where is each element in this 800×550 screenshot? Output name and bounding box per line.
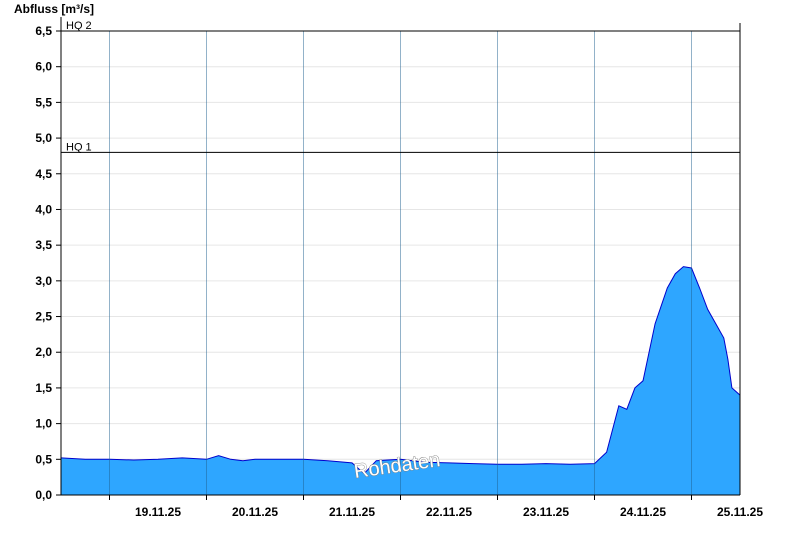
y-tick-label: 4,5	[35, 167, 52, 181]
x-tick-label: 25.11.25	[717, 505, 763, 519]
y-tick-label: 2,5	[35, 310, 52, 324]
y-tick-label: 6,0	[35, 60, 52, 74]
x-tick-label: 22.11.25	[426, 505, 472, 519]
y-tick-label: 5,0	[35, 131, 52, 145]
y-axis-label: Abfluss [m³/s]	[14, 2, 94, 16]
x-tick-labels: 19.11.25 20.11.25 21.11.25 22.11.25 23.11.25…	[109, 495, 763, 519]
x-tick-label: 23.11.25	[523, 505, 569, 519]
y-tick-labels: 0,0 0,5 1,0 1,5 2,0 2,5 3,0 3,5 4,0 4,5 5,0 5,5 6,0 6…	[35, 24, 61, 502]
y-tick-label: 3,0	[35, 274, 52, 288]
x-tick-label: 21.11.25	[329, 505, 375, 519]
y-tick-label: 0,5	[35, 452, 52, 466]
x-tick-label: 20.11.25	[232, 505, 278, 519]
y-tick-label: 2,0	[35, 345, 52, 359]
y-tick-label: 4,0	[35, 202, 52, 216]
reference-line-label: HQ 2	[66, 20, 92, 32]
x-tick-label: 24.11.25	[620, 505, 666, 519]
y-tick-label: 5,5	[35, 95, 52, 109]
y-tick-label: 0,0	[35, 488, 52, 502]
day-boundary-lines	[109, 31, 692, 495]
y-tick-label: 6,5	[35, 24, 52, 38]
y-tick-label: 1,5	[35, 381, 52, 395]
x-tick-label: 19.11.25	[135, 505, 181, 519]
y-tick-label: 1,0	[35, 417, 52, 431]
reference-line-label: HQ 1	[66, 141, 92, 153]
y-tick-label: 3,5	[35, 238, 52, 252]
discharge-chart: HQ 1 HQ 2 0,0 0,5 1,0 1,5 2,0 2,5 3,0 3,5 4,0 4,5 5…	[14, 2, 763, 519]
